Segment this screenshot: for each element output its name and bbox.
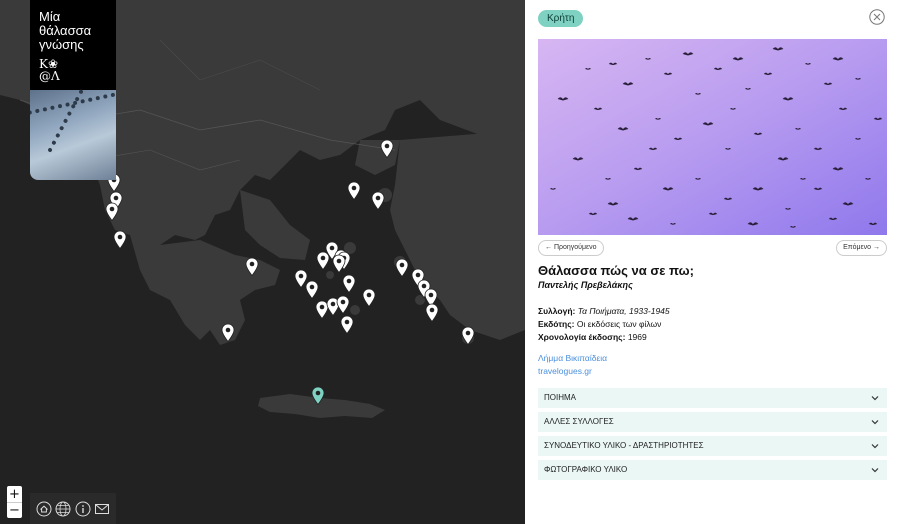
chevron-down-icon xyxy=(871,444,879,449)
next-button[interactable]: Επόμενο → xyxy=(836,240,887,256)
section-activities-label: ΣΥΝΟΔΕΥΤΙΚΟ ΥΛΙΚΟ - ΔΡΑΣΤΗΡΙΟΤΗΤΕΣ xyxy=(544,441,704,450)
map-pin[interactable] xyxy=(336,295,350,314)
travelogues-link[interactable]: travelogues.gr xyxy=(538,366,592,376)
section-photos[interactable]: ΦΩΤΟΓΡΑΦΙΚΟ ΥΛΙΚΟ xyxy=(538,460,887,480)
zoom-out-button[interactable]: − xyxy=(7,502,22,518)
section-activities[interactable]: ΣΥΝΟΔΕΥΤΙΚΟ ΥΛΙΚΟ - ΔΡΑΣΤΗΡΙΟΤΗΤΕΣ xyxy=(538,436,887,456)
section-other-collections[interactable]: ΑΛΛΕΣ ΣΥΛΛΟΓΕΣ xyxy=(538,412,887,432)
brand-photo xyxy=(30,90,116,180)
home-icon[interactable] xyxy=(36,501,52,517)
map-pin[interactable] xyxy=(332,254,346,273)
poem-author: Παντελής Πρεβελάκης xyxy=(538,280,633,290)
app-root: Μία θάλασσα γνώσης Κ❀ @Λ + − Κρήτη ← Προ… xyxy=(0,0,900,524)
brand-panel[interactable]: Μία θάλασσα γνώσης Κ❀ @Λ xyxy=(30,0,116,180)
section-poem[interactable]: ΠΟΙΗΜΑ xyxy=(538,388,887,408)
map-pin[interactable] xyxy=(305,280,319,299)
map-pin[interactable] xyxy=(362,288,376,307)
chevron-down-icon xyxy=(871,420,879,425)
info-icon[interactable] xyxy=(75,501,91,517)
map-pin[interactable] xyxy=(113,230,127,249)
mail-icon[interactable] xyxy=(94,501,110,517)
logo-line-2: @Λ xyxy=(39,69,60,83)
map-pin[interactable] xyxy=(221,323,235,342)
meta-publisher: Εκδότης: Οι εκδόσεις των φίλων xyxy=(538,319,661,329)
map-pin[interactable] xyxy=(105,202,119,221)
previous-button[interactable]: ← Προηγούμενο xyxy=(538,240,604,256)
map-pin[interactable] xyxy=(461,326,475,345)
zoom-control: + − xyxy=(7,486,22,518)
wikipedia-link[interactable]: Λήμμα Βικιπαίδεια xyxy=(538,353,607,363)
map-pin[interactable] xyxy=(371,191,385,210)
close-button[interactable] xyxy=(869,9,885,25)
section-other-collections-label: ΑΛΛΕΣ ΣΥΛΛΟΓΕΣ xyxy=(544,417,614,426)
publisher-label: Εκδότης: xyxy=(538,319,575,329)
publisher-value: Οι εκδόσεις των φίλων xyxy=(576,319,662,329)
poem-photo xyxy=(538,39,887,235)
map-pin[interactable] xyxy=(316,251,330,270)
detail-panel: Κρήτη ← Προηγούμενο Επόμενο → Θάλασσα πώ… xyxy=(525,0,900,524)
map-pin[interactable] xyxy=(395,258,409,277)
map-pin[interactable] xyxy=(340,315,354,334)
meta-date: Χρονολογία έκδοσης: 1969 xyxy=(538,332,647,342)
collection-label: Συλλογή: xyxy=(538,306,576,316)
collection-value: Τα Ποιήματα, 1933-1945 xyxy=(577,306,670,316)
zoom-in-button[interactable]: + xyxy=(7,486,22,502)
meta-collection: Συλλογή: Τα Ποιήματα, 1933-1945 xyxy=(538,306,670,316)
chevron-down-icon xyxy=(871,468,879,473)
region-badge: Κρήτη xyxy=(538,10,584,27)
map-pin[interactable] xyxy=(425,303,439,322)
chevron-down-icon xyxy=(871,396,879,401)
map-pin[interactable] xyxy=(245,257,259,276)
map-pin[interactable] xyxy=(347,181,361,200)
globe-icon[interactable] xyxy=(55,501,71,517)
logo: Κ❀ @Λ xyxy=(39,58,60,82)
close-icon xyxy=(869,9,885,25)
poem-title: Θάλασσα πώς να σε πω; xyxy=(538,263,694,278)
site-title: Μία θάλασσα γνώσης xyxy=(39,9,92,52)
footer-toolbar xyxy=(30,493,116,524)
date-value: 1969 xyxy=(627,332,647,342)
map-pin-selected[interactable] xyxy=(311,386,325,405)
section-poem-label: ΠΟΙΗΜΑ xyxy=(544,393,576,402)
map-pin[interactable] xyxy=(342,274,356,293)
section-photos-label: ΦΩΤΟΓΡΑΦΙΚΟ ΥΛΙΚΟ xyxy=(544,465,628,474)
map-pin[interactable] xyxy=(380,139,394,158)
date-label: Χρονολογία έκδοσης: xyxy=(538,332,626,342)
